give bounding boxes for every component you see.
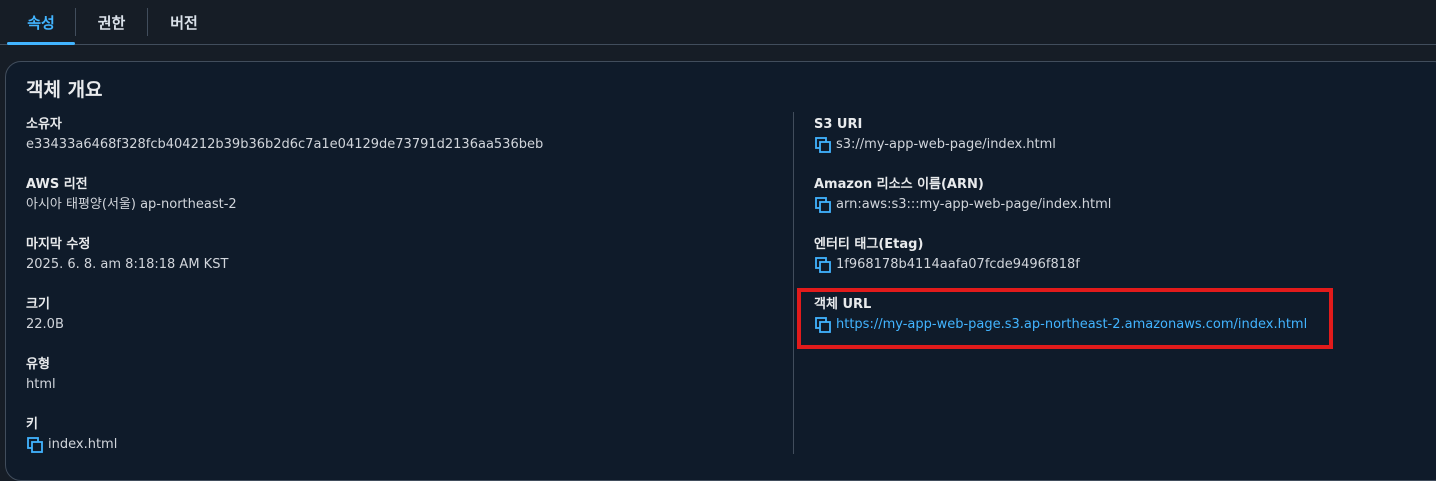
arn-value: arn:aws:s3:::my-app-web-page/index.html (836, 197, 1112, 212)
last-modified-field: 마지막 수정 2025. 6. 8. am 8:18:18 AM KST (26, 237, 228, 273)
last-modified-label: 마지막 수정 (26, 237, 91, 252)
region-field: AWS 리전 아시아 태평양(서울) ap-northeast-2 (26, 177, 237, 213)
type-field: 유형 html (26, 357, 56, 393)
s3-uri-value: s3://my-app-web-page/index.html (836, 137, 1056, 152)
key-value: index.html (48, 437, 118, 452)
size-field: 크기 22.0B (26, 297, 64, 333)
size-label: 크기 (26, 297, 50, 312)
owner-field: 소유자 e33433a6468f328fcb404212b39b36b2d6c7… (26, 117, 543, 153)
region-value: 아시아 태평양(서울) ap-northeast-2 (26, 197, 237, 212)
column-divider (793, 112, 794, 454)
last-modified-value: 2025. 6. 8. am 8:18:18 AM KST (26, 257, 229, 272)
panel-title: 객체 개요 (26, 79, 103, 101)
s3-uri-row: s3://my-app-web-page/index.html (814, 137, 1056, 153)
type-label: 유형 (26, 357, 50, 372)
key-label: 키 (26, 417, 38, 432)
key-row: index.html (26, 437, 117, 453)
key-field: 키 index.html (26, 417, 117, 453)
region-label: AWS 리전 (26, 177, 88, 192)
arn-field: Amazon 리소스 이름(ARN) arn:aws:s3:::my-app-w… (814, 177, 1111, 213)
highlight-box (797, 288, 1333, 349)
etag-field: 엔터티 태그(Etag) 1f968178b4114aafa07fcde9496… (814, 237, 1080, 273)
size-value: 22.0B (26, 317, 64, 332)
tab-properties[interactable]: 속성 (7, 0, 75, 45)
copy-icon[interactable] (814, 197, 832, 213)
copy-icon[interactable] (814, 257, 832, 273)
etag-label: 엔터티 태그(Etag) (814, 237, 924, 252)
copy-icon[interactable] (26, 437, 44, 453)
etag-value: 1f968178b4114aafa07fcde9496f818f (836, 257, 1080, 272)
owner-value: e33433a6468f328fcb404212b39b36b2d6c7a1e0… (26, 137, 544, 152)
owner-label: 소유자 (26, 117, 62, 132)
copy-icon[interactable] (814, 137, 832, 153)
s3-uri-field: S3 URI s3://my-app-web-page/index.html (814, 117, 1056, 153)
arn-row: arn:aws:s3:::my-app-web-page/index.html (814, 197, 1111, 213)
s3-uri-label: S3 URI (814, 117, 863, 132)
type-value: html (26, 377, 56, 392)
arn-label: Amazon 리소스 이름(ARN) (814, 177, 984, 192)
etag-row: 1f968178b4114aafa07fcde9496f818f (814, 257, 1080, 273)
tab-versions[interactable]: 버전 (148, 0, 220, 44)
tab-permissions[interactable]: 권한 (76, 0, 147, 44)
tab-bar: 속성 권한 버전 (0, 0, 1436, 45)
